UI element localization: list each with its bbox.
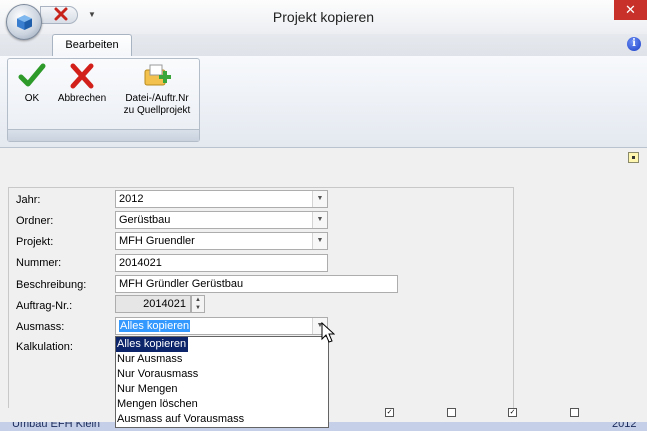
dropdown-option[interactable]: Nur Mengen	[116, 382, 328, 397]
cube-icon	[17, 15, 32, 30]
ok-label: OK	[24, 93, 40, 104]
spin-down-icon[interactable]: ▼	[192, 304, 204, 312]
checkbox[interactable]	[570, 408, 579, 417]
beschreibung-label: Beschreibung:	[16, 279, 87, 291]
dropdown-option[interactable]: Mengen löschen	[116, 397, 328, 412]
mouse-cursor-icon	[321, 322, 335, 343]
ausmass-combo[interactable]: Alles kopieren ▼	[115, 317, 328, 335]
ribbon-group: OK Abbrechen Datei-/Auftr.Nr zu Quellpro…	[7, 58, 200, 142]
auftrag-spin-buttons[interactable]: ▲ ▼	[191, 295, 205, 313]
ribbon-tab-row: Bearbeiten i	[0, 34, 647, 56]
dropdown-option[interactable]: Nur Vorausmass	[116, 367, 328, 382]
nummer-label: Nummer:	[16, 257, 62, 269]
ordner-label: Ordner:	[16, 215, 54, 227]
projekt-combo[interactable]: MFH Gruendler ▼	[115, 232, 328, 250]
ribbon-group-footer	[8, 129, 199, 141]
tab-bearbeiten[interactable]: Bearbeiten	[52, 34, 132, 56]
chevron-down-icon[interactable]: ▼	[312, 191, 327, 207]
cancel-label: Abbrechen	[57, 93, 107, 104]
beschreibung-value: MFH Gründler Gerüstbau	[119, 278, 244, 290]
folder-add-icon	[144, 64, 171, 86]
kalkulation-label: Kalkulation:	[16, 341, 73, 353]
jahr-combo[interactable]: 2012 ▼	[115, 190, 328, 208]
nummer-input[interactable]: 2014021	[115, 254, 328, 272]
checkbox[interactable]: ✓	[385, 408, 394, 417]
auftrag-value: 2014021	[143, 298, 186, 310]
row-description: Umbau EFH Klein	[12, 422, 101, 430]
dropdown-option[interactable]: Nur Ausmass	[116, 352, 328, 367]
jahr-value: 2012	[119, 193, 144, 205]
ordner-value: Gerüstbau	[119, 214, 171, 226]
title-bar: ▼ Projekt kopieren ✕	[0, 0, 647, 34]
file-label-line1: Datei-/Auftr.Nr	[125, 93, 189, 104]
ausmass-label: Ausmass:	[16, 321, 65, 333]
panel-toggle-button[interactable]	[628, 152, 639, 163]
checkbox[interactable]	[447, 408, 456, 417]
chevron-down-icon[interactable]: ▼	[312, 212, 327, 228]
ribbon: OK Abbrechen Datei-/Auftr.Nr zu Quellpro…	[0, 56, 647, 148]
beschreibung-input[interactable]: MFH Gründler Gerüstbau	[115, 275, 398, 293]
spin-up-icon[interactable]: ▲	[192, 296, 204, 304]
dropdown-option[interactable]: Alles kopieren	[116, 337, 188, 352]
projekt-label: Projekt:	[16, 236, 54, 248]
chevron-down-icon[interactable]: ▼	[312, 233, 327, 249]
auftrag-label: Auftrag-Nr.:	[16, 300, 73, 312]
dropdown-option[interactable]: Ausmass auf Vorausmass	[116, 412, 328, 427]
cancel-button[interactable]: Abbrechen	[52, 61, 112, 105]
checkmark-icon	[18, 63, 46, 87]
close-button[interactable]: ✕	[614, 0, 647, 20]
file-label-line2: zu Quellprojekt	[123, 105, 191, 116]
application-menu-button[interactable]	[6, 4, 42, 40]
ausmass-value: Alles kopieren	[119, 320, 191, 332]
auftrag-spinner[interactable]: 2014021	[115, 295, 191, 313]
info-icon[interactable]: i	[627, 37, 641, 51]
cancel-icon	[70, 63, 94, 89]
ordner-combo[interactable]: Gerüstbau ▼	[115, 211, 328, 229]
window-title: Projekt kopieren	[272, 9, 375, 25]
file-number-source-button[interactable]: Datei-/Auftr.Nr zu Quellprojekt	[114, 61, 200, 117]
ausmass-dropdown-list: Alles kopieren Nur Ausmass Nur Vorausmas…	[115, 336, 329, 428]
ok-button[interactable]: OK	[14, 61, 50, 105]
row-year: 2012	[612, 422, 637, 430]
nummer-value: 2014021	[119, 257, 162, 269]
checkbox[interactable]: ✓	[508, 408, 517, 417]
jahr-label: Jahr:	[16, 194, 41, 206]
projekt-value: MFH Gruendler	[119, 235, 195, 247]
